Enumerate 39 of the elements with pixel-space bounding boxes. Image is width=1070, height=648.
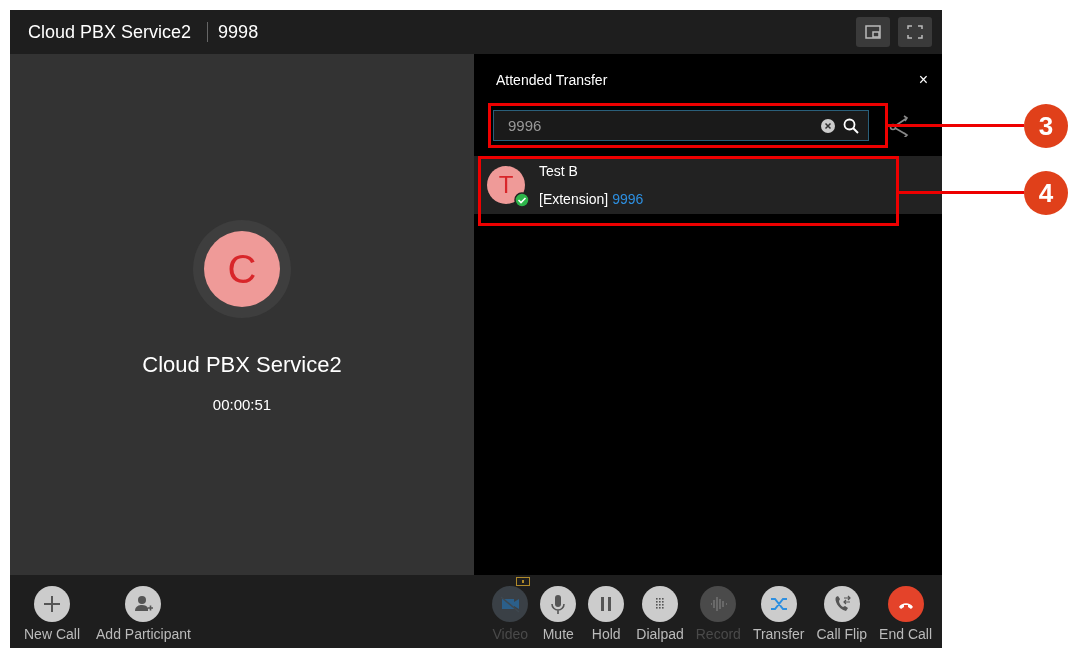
caller-avatar: C [193,220,291,318]
hangup-button[interactable]: End Call [873,575,938,648]
new-call-button[interactable]: New Call [18,575,86,648]
mute-icon [540,586,577,622]
new-call-icon [34,586,70,622]
flip-icon [823,586,860,622]
badge-icon [516,577,531,586]
contact-name: Test B [539,163,579,179]
add-participant-button[interactable]: Add Participant [90,575,197,648]
fullscreen-button[interactable] [898,17,932,47]
callout-marker: 3 [1024,104,1068,148]
search-icon[interactable] [843,118,859,134]
transfer-icon [760,586,797,622]
close-button[interactable]: × [918,71,928,89]
video-icon [492,586,529,622]
extension-number: 9998 [218,21,259,43]
clear-icon[interactable] [821,119,835,133]
panel-title: Attended Transfer [496,72,608,88]
picture-in-picture-button[interactable] [856,17,890,47]
call-timer: 00:00:51 [212,396,272,413]
hangup-icon [887,586,924,622]
search-field[interactable]: 9996 [493,110,869,141]
contact-type: [Extension] [539,191,609,207]
picture-in-picture-icon [865,25,881,39]
hold-button[interactable]: Hold [582,575,631,648]
callout-marker: 4 [1024,171,1068,215]
contact-result[interactable]: T Test B [Extension] 9996 [474,156,942,214]
dialpad-icon [642,586,678,622]
mute-button[interactable]: Mute [534,575,583,648]
caller-name: Cloud PBX Service2 [142,352,342,378]
contact-number: 9996 [612,191,644,207]
dialpad-button[interactable]: Dialpad [630,575,690,648]
hold-icon [588,586,625,622]
add-participant-icon [125,586,162,622]
transfer-button[interactable]: Transfer [746,575,811,648]
flip-button[interactable]: Call Flip [810,575,874,648]
record-icon [700,586,737,622]
window-title: Cloud PBX Service2 [28,21,192,43]
fullscreen-icon [907,25,923,39]
